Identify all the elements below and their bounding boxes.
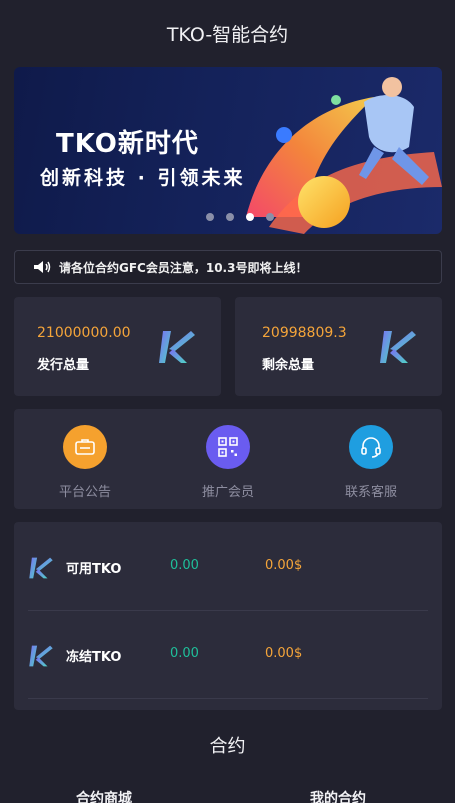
app-header: TKO-智能合约 bbox=[0, 0, 455, 66]
asset-name: 可用TKO bbox=[66, 562, 122, 577]
carousel-dot[interactable] bbox=[266, 213, 274, 221]
asset-usd-value: 0.00$ bbox=[265, 558, 303, 573]
quick-links-panel: 平台公告 推广会员 联系客服 bbox=[14, 409, 442, 509]
stat-value: 20998809.3 bbox=[262, 325, 347, 341]
page-title: TKO-智能合约 bbox=[166, 23, 289, 46]
promo-banner[interactable]: TKO新时代 创新科技 · 引领未来 bbox=[14, 67, 442, 234]
quick-link-label: 推广会员 bbox=[201, 485, 254, 500]
tab-my-contracts[interactable]: 我的合约 bbox=[310, 788, 366, 803]
asset-name: 冻结TKO bbox=[66, 650, 122, 665]
tko-logo-icon bbox=[29, 645, 53, 667]
tko-logo-icon bbox=[29, 557, 53, 579]
asset-amount: 0.00 bbox=[170, 558, 199, 573]
banner-subtitle: 创新科技 · 引领未来 bbox=[40, 167, 246, 189]
quick-link-referral[interactable]: 推广会员 bbox=[157, 409, 299, 509]
tab-contract-mall[interactable]: 合约商城 bbox=[76, 788, 132, 803]
notice-bar[interactable]: 请各位合约GFC会员注意，10.3号即将上线！ bbox=[14, 250, 442, 284]
speaker-icon bbox=[33, 260, 51, 274]
carousel-dot[interactable] bbox=[206, 213, 214, 221]
carousel-dot-active[interactable] bbox=[246, 213, 254, 221]
stat-value: 21000000.00 bbox=[37, 325, 131, 341]
announcement-icon bbox=[63, 425, 107, 469]
qrcode-icon bbox=[206, 425, 250, 469]
headset-icon bbox=[349, 425, 393, 469]
stat-card-issued: 21000000.00 发行总量 bbox=[14, 297, 221, 396]
divider bbox=[28, 698, 428, 699]
quick-link-label: 平台公告 bbox=[58, 485, 111, 500]
stat-card-remaining: 20998809.3 剩余总量 bbox=[235, 297, 442, 396]
stat-label: 发行总量 bbox=[37, 358, 90, 373]
asset-row-frozen[interactable]: 冻结TKO 0.00 0.00$ bbox=[14, 610, 442, 698]
contract-section-title: 合约 bbox=[209, 736, 246, 757]
asset-row-available[interactable]: 可用TKO 0.00 0.00$ bbox=[14, 522, 442, 610]
notice-text: 请各位合约GFC会员注意，10.3号即将上线！ bbox=[59, 260, 308, 275]
asset-amount: 0.00 bbox=[170, 646, 199, 661]
quick-link-announcement[interactable]: 平台公告 bbox=[14, 409, 156, 509]
carousel-dots bbox=[14, 213, 442, 221]
asset-usd-value: 0.00$ bbox=[265, 646, 303, 661]
tko-logo-icon bbox=[380, 331, 416, 363]
quick-link-label: 联系客服 bbox=[344, 485, 397, 500]
carousel-dot[interactable] bbox=[226, 213, 234, 221]
tko-logo-icon bbox=[159, 331, 195, 363]
stat-label: 剩余总量 bbox=[262, 358, 315, 373]
banner-title: TKO新时代 bbox=[56, 129, 199, 159]
quick-link-support[interactable]: 联系客服 bbox=[300, 409, 442, 509]
